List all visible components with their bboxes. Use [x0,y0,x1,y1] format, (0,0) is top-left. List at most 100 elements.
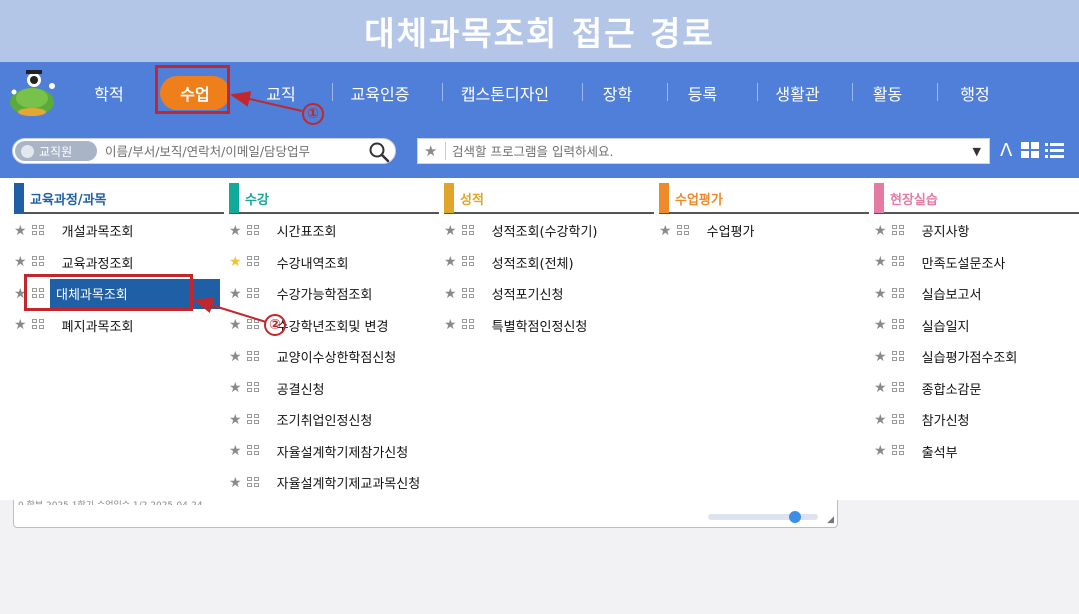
menu-item[interactable]: ★ 특별학점인정신청 [444,310,654,342]
menu-item-label[interactable]: 성적조회(수강학기) [486,216,654,246]
favorite-star-icon[interactable]: ★ [424,142,437,160]
menu-item-label[interactable]: 성적포기신청 [486,279,654,309]
new-window-icon[interactable] [891,382,906,394]
menu-item-label[interactable]: 실습보고서 [916,279,1079,309]
favorite-star-icon[interactable]: ★ [229,317,247,333]
menu-item-label[interactable]: 종합소감문 [916,373,1079,403]
nav-item-3[interactable]: 교육인증 [340,76,420,110]
new-window-icon[interactable] [891,350,906,363]
nav-item-8[interactable]: 활동 [860,76,915,110]
favorite-star-icon[interactable]: ★ [874,443,892,459]
new-window-icon[interactable] [31,224,46,237]
menu-item[interactable]: ★ 참가신청 [874,404,1079,436]
favorite-star-icon[interactable]: ★ [874,412,892,428]
nav-item-9[interactable]: 행정 [945,76,1005,110]
menu-item-label[interactable]: 실습일지 [916,310,1079,340]
new-window-icon[interactable] [246,224,261,237]
new-window-icon[interactable] [461,224,476,237]
menu-item[interactable]: ★ 수강내역조회 [229,247,439,279]
favorite-star-icon[interactable]: ★ [229,254,247,270]
menu-item[interactable]: ★ 개설과목조회 [14,215,224,247]
menu-item-label[interactable]: 참가신청 [916,405,1079,435]
menu-item[interactable]: ★ 성적조회(전체) [444,247,654,279]
new-window-icon[interactable] [891,256,906,268]
menu-item-label[interactable]: 수업평가 [701,216,869,246]
menu-item[interactable]: ★ 종합소감문 [874,373,1079,405]
new-window-icon[interactable] [461,319,476,331]
new-window-icon[interactable] [676,224,691,237]
new-window-icon[interactable] [246,350,261,363]
favorite-star-icon[interactable]: ★ [229,223,247,239]
new-window-icon[interactable] [31,256,46,268]
menu-item[interactable]: ★ 만족도설문조사 [874,247,1079,279]
menu-item-label[interactable]: 공결신청 [271,373,439,403]
nav-item-6[interactable]: 등록 [675,76,730,110]
menu-item[interactable]: ★ 수업평가 [659,215,869,247]
menu-item[interactable]: ★ 시간표조회 [229,215,439,247]
menu-item-label[interactable]: 특별학점인정신청 [486,310,654,340]
menu-item-label[interactable]: 교양이수상한학점신청 [271,342,439,372]
nav-item-5[interactable]: 장학 [590,76,645,110]
menu-item-label[interactable]: 폐지과목조회 [56,310,224,340]
nav-item-2[interactable]: 교직 [260,76,302,110]
menu-item[interactable]: ★ 공지사항 [874,215,1079,247]
menu-item-label[interactable]: 조기취업인정신청 [271,405,439,435]
menu-item-label[interactable]: 수강학년조회및 변경 [271,310,439,340]
favorite-star-icon[interactable]: ★ [14,223,32,239]
favorite-star-icon[interactable]: ★ [874,254,892,270]
nav-item-7[interactable]: 생활관 [765,76,830,110]
menu-item[interactable]: ★ 수강학년조회및 변경 [229,310,439,342]
new-window-icon[interactable] [891,413,906,426]
new-window-icon[interactable] [31,319,46,331]
favorite-star-icon[interactable]: ★ [229,475,247,491]
nav-item-0[interactable]: 학적 [85,76,133,110]
menu-item[interactable]: ★ 실습보고서 [874,278,1079,310]
menu-item[interactable]: ★ 교양이수상한학점신청 [229,341,439,373]
zoom-slider-handle[interactable] [789,511,801,523]
new-window-icon[interactable] [246,256,261,268]
new-window-icon[interactable] [246,445,261,457]
new-window-icon[interactable] [461,287,476,300]
favorite-star-icon[interactable]: ★ [444,286,462,302]
menu-item-label[interactable]: 자율설계학기제교과목신청 [271,468,439,498]
menu-item[interactable]: ★ 공결신청 [229,373,439,405]
favorite-star-icon[interactable]: ★ [229,412,247,428]
menu-item-label[interactable]: 개설과목조회 [56,216,224,246]
menu-item-label[interactable]: 자율설계학기제참가신청 [271,436,439,466]
favorite-star-icon[interactable]: ★ [14,317,32,333]
favorite-star-icon[interactable]: ★ [659,223,677,239]
menu-item[interactable]: ★ 실습일지 [874,310,1079,342]
new-window-icon[interactable] [891,319,906,331]
menu-item[interactable]: ★ 자율설계학기제교과목신청 [229,467,439,499]
new-window-icon[interactable] [461,256,476,268]
mascot-logo-icon[interactable] [6,66,64,120]
menu-item-label[interactable]: 만족도설문조사 [916,247,1079,277]
menu-item-label[interactable]: 성적조회(전체) [486,247,654,277]
favorite-star-icon[interactable]: ★ [874,317,892,333]
favorite-star-icon[interactable]: ★ [444,223,462,239]
dropdown-caret-icon[interactable]: ▼ [973,145,981,158]
menu-item-label[interactable]: 실습평가점수조회 [916,342,1079,372]
favorite-star-icon[interactable]: ★ [229,349,247,365]
menu-item-label[interactable]: 출석부 [916,436,1079,466]
menu-item[interactable]: ★ 성적포기신청 [444,278,654,310]
menu-item[interactable]: ★ 조기취업인정신청 [229,404,439,436]
favorite-star-icon[interactable]: ★ [874,349,892,365]
new-window-icon[interactable] [891,224,906,237]
program-search-input[interactable] [452,141,952,161]
favorite-star-icon[interactable]: ★ [444,317,462,333]
zoom-slider[interactable] [708,514,818,520]
menu-item-label[interactable]: 수강내역조회 [271,247,439,277]
menu-item-label[interactable]: 교육과정조회 [56,247,224,277]
favorite-star-icon[interactable]: ★ [874,223,892,239]
favorite-star-icon[interactable]: ★ [229,286,247,302]
new-window-icon[interactable] [246,382,261,394]
menu-item[interactable]: ★ 출석부 [874,436,1079,468]
menu-item[interactable]: ★ 폐지과목조회 [14,310,224,342]
nav-item-4[interactable]: 캡스톤디자인 [450,76,560,110]
scope-toggle[interactable]: 교직원 [15,141,97,161]
favorite-star-icon[interactable]: ★ [874,380,892,396]
menu-item-label[interactable]: 공지사항 [916,216,1079,246]
new-window-icon[interactable] [246,413,261,426]
menu-item-label[interactable]: 수강가능학점조회 [271,279,439,309]
